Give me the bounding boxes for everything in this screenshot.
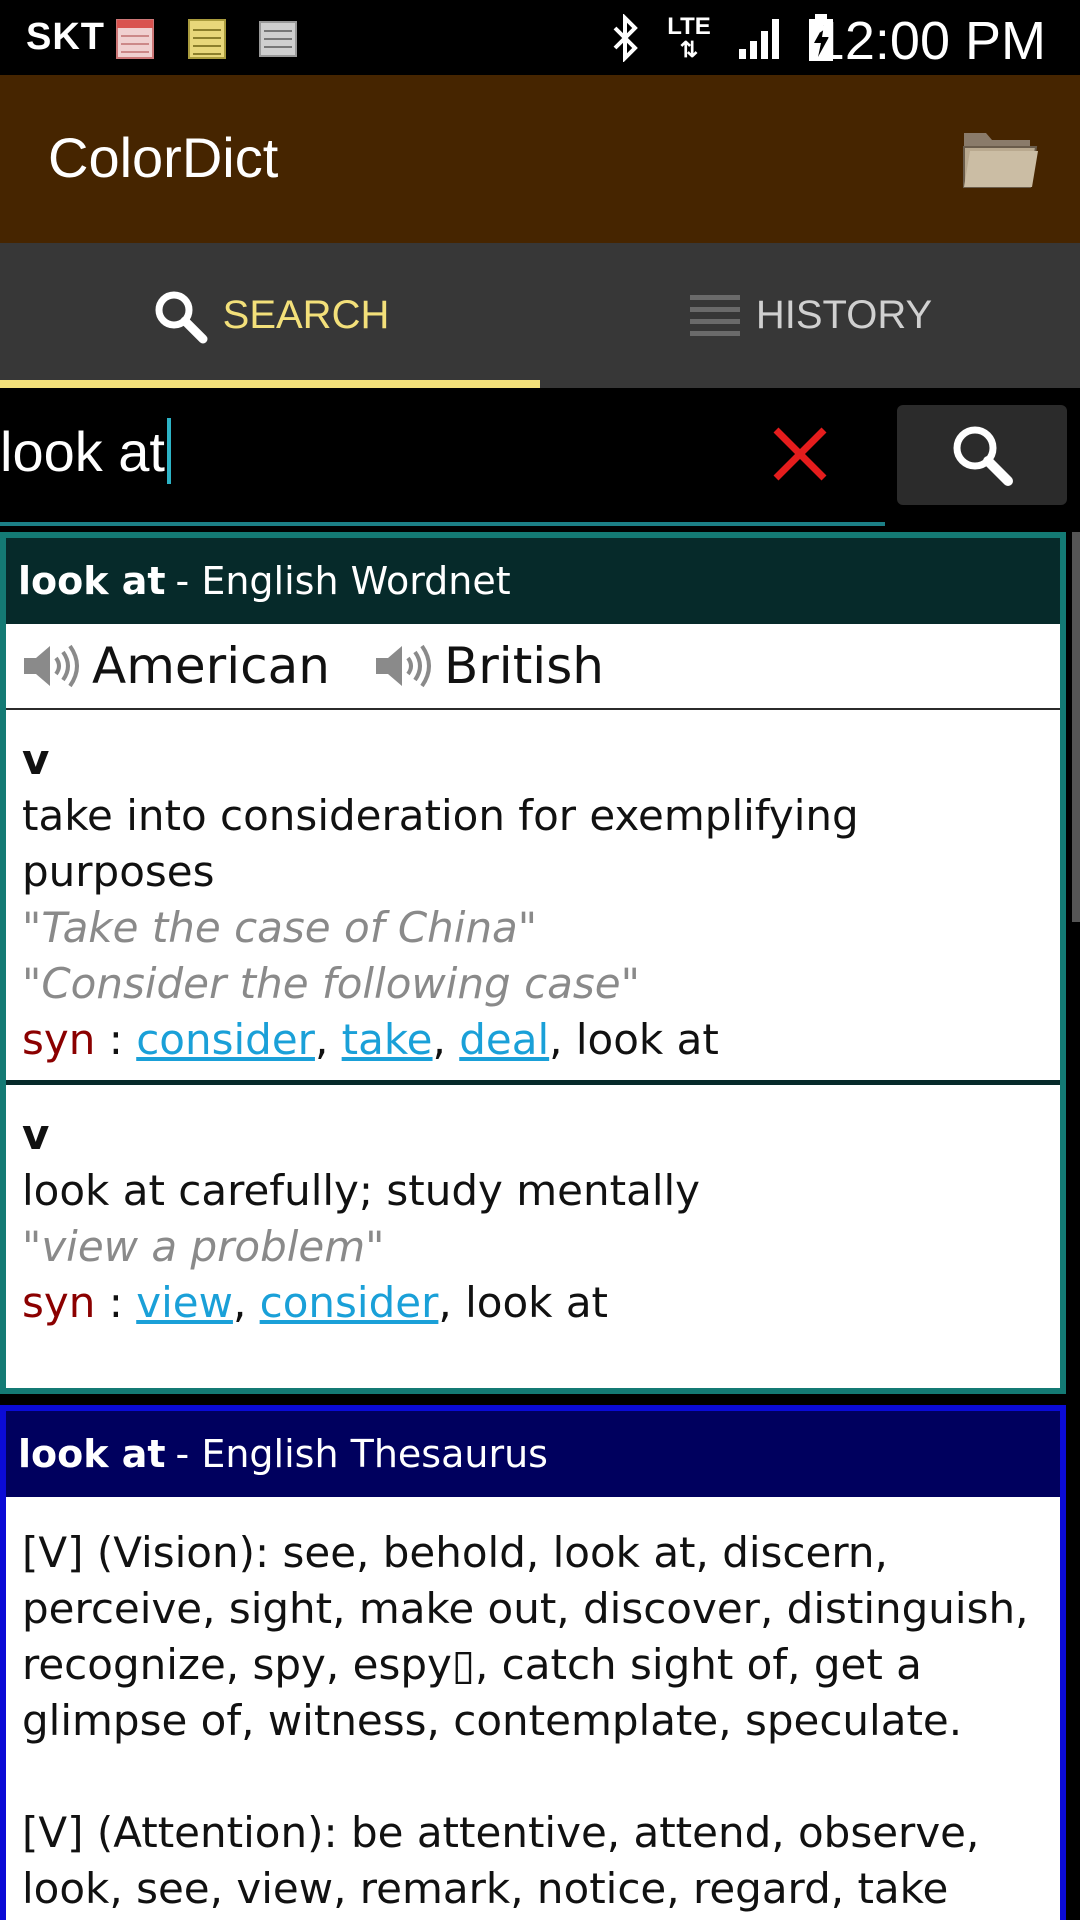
tab-history[interactable]: HISTORY (540, 243, 1080, 388)
lte-data-icon: LTE ⇅ (667, 13, 711, 62)
app-title: ColorDict (48, 126, 279, 189)
search-row: look at (0, 388, 1080, 530)
synonym-link[interactable]: take (342, 1015, 433, 1064)
scrollbar[interactable] (1072, 532, 1080, 922)
search-input-value: look at (0, 419, 165, 483)
folder-icon[interactable] (960, 123, 1040, 193)
headword: look at (18, 559, 166, 603)
example: "Take the case of China" (22, 903, 538, 952)
thesaurus-body: [V] (Vision): see, behold, look at, disc… (6, 1497, 1060, 1917)
text-caret (167, 418, 171, 484)
search-input[interactable]: look at (0, 388, 885, 526)
calendar-notification-icon (116, 19, 154, 59)
sense-1: v take into consideration for exemplifyi… (6, 710, 1060, 1080)
thesaurus-entry: [V] (Vision): see, behold, look at, disc… (22, 1528, 1029, 1745)
synonym-link[interactable]: consider (136, 1015, 315, 1064)
dictionary-source: - English Wordnet (175, 559, 511, 603)
tab-bar: SEARCH HISTORY (0, 243, 1080, 388)
dictionary-source: - English Thesaurus (175, 1432, 548, 1476)
pronunciation-row: American British (6, 624, 1060, 710)
tab-history-label: HISTORY (755, 293, 933, 337)
signal-icon (739, 19, 779, 59)
synonyms-line: syn : consider, take, deal, look at (22, 1015, 719, 1064)
tab-search-label: SEARCH (222, 293, 390, 337)
sense-2: v look at carefully; study mentally "vie… (6, 1085, 1060, 1343)
synonym-text: look at (465, 1278, 609, 1327)
example: "Consider the following case" (22, 959, 640, 1008)
close-icon[interactable] (770, 424, 830, 484)
note-notification-icon (188, 19, 226, 59)
pronounce-british-button[interactable]: British (372, 637, 604, 695)
pronounce-british-label: British (443, 637, 604, 695)
synonym-text: look at (575, 1015, 719, 1064)
wordnet-card-header: look at - English Wordnet (6, 538, 1060, 624)
example: "view a problem" (22, 1222, 385, 1271)
speaker-icon (375, 644, 431, 688)
list-icon (689, 294, 740, 336)
syn-label: syn (22, 1278, 96, 1327)
carrier-label: SKT (26, 16, 105, 58)
syn-label: syn (22, 1015, 96, 1064)
pronounce-american-label: American (92, 637, 330, 695)
thesaurus-card-header: look at - English Thesaurus (6, 1411, 1060, 1497)
synonym-link[interactable]: deal (459, 1015, 549, 1064)
search-icon (155, 291, 208, 343)
status-icons: LTE ⇅ (611, 12, 835, 64)
thesaurus-result-card: look at - English Thesaurus [V] (Vision)… (0, 1405, 1066, 1920)
part-of-speech: v (22, 1110, 50, 1159)
status-bar: SKT LTE ⇅ 12:00 PM (0, 0, 1080, 75)
wordnet-result-card: look at - English Wordnet American Briti… (0, 532, 1066, 1394)
synonym-link[interactable]: view (136, 1278, 233, 1327)
thesaurus-entry: [V] (Attention): be attentive, attend, o… (22, 1808, 980, 1913)
bluetooth-icon (613, 14, 638, 62)
definition: look at carefully; study mentally (22, 1166, 701, 1215)
action-bar: ColorDict (0, 75, 1080, 243)
headword: look at (18, 1432, 166, 1476)
part-of-speech: v (22, 735, 50, 784)
clock: 12:00 PM (814, 11, 1046, 71)
synonym-link[interactable]: consider (260, 1278, 439, 1327)
speaker-icon (24, 644, 79, 688)
synonyms-line: syn : view, consider, look at (22, 1278, 609, 1327)
search-icon (953, 426, 1013, 486)
selected-tab-indicator (0, 380, 540, 388)
list-notification-icon (259, 21, 297, 57)
pronounce-american-button[interactable]: American (20, 637, 330, 695)
search-button[interactable] (897, 405, 1067, 505)
tab-search[interactable]: SEARCH (0, 243, 540, 388)
definition: take into consideration for exemplifying… (22, 791, 859, 896)
